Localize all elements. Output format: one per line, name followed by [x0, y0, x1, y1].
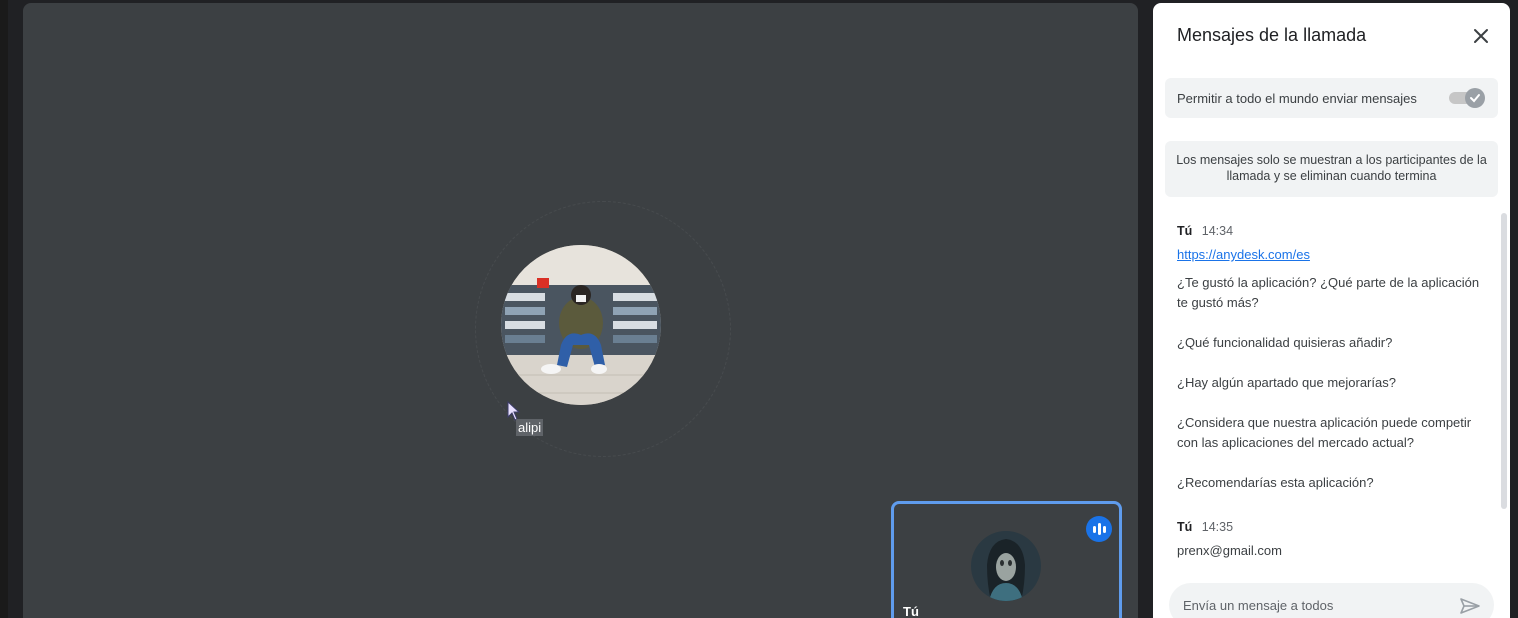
allow-messages-label: Permitir a todo el mundo enviar mensajes	[1177, 91, 1417, 106]
close-icon[interactable]	[1469, 24, 1493, 48]
messages-info-notice: Los mensajes solo se muestran a los part…	[1165, 141, 1498, 197]
message-text: ¿Te gustó la aplicación? ¿Qué parte de l…	[1177, 275, 1480, 310]
self-video-tile[interactable]: Tú	[891, 501, 1122, 618]
message-header: Tú 14:34	[1177, 224, 1482, 242]
message-group: Tú 14:35 prenx@gmail.com	[1177, 520, 1482, 561]
message-link[interactable]: https://anydesk.com/es	[1177, 247, 1310, 262]
message-sender: Tú	[1177, 520, 1193, 534]
message-time: 14:34	[1201, 224, 1234, 238]
messages-scrollbar[interactable]	[1501, 213, 1507, 509]
message-input-bar	[1169, 583, 1494, 618]
check-icon	[1465, 88, 1485, 108]
participant-name: alipi	[516, 419, 544, 436]
message-text: ¿Considera que nuestra aplicación puede …	[1177, 415, 1472, 450]
message-sender: Tú	[1177, 224, 1193, 238]
message-input[interactable]	[1183, 595, 1443, 615]
panel-title: Mensajes de la llamada	[1177, 25, 1367, 45]
allow-messages-toggle[interactable]	[1449, 87, 1485, 109]
call-stage: alipi Tú	[23, 3, 1138, 618]
send-icon[interactable]	[1459, 595, 1481, 617]
message-group: Tú 14:34 https://anydesk.com/es ¿Te gust…	[1177, 224, 1482, 493]
call-messages-panel: Mensajes de la llamada Permitir a todo e…	[1153, 3, 1510, 618]
self-name-label: Tú	[903, 604, 919, 618]
window-edge	[0, 0, 8, 618]
message-header: Tú 14:35	[1177, 520, 1482, 538]
participant-avatar	[501, 245, 661, 405]
message-text: ¿Hay algún apartado que mejorarías?	[1177, 375, 1396, 390]
self-avatar	[971, 531, 1041, 601]
message-text: ¿Qué funcionalidad quisieras añadir?	[1177, 335, 1393, 350]
speaking-indicator-icon	[1086, 516, 1112, 542]
message-text: ¿Recomendarías esta aplicación?	[1177, 475, 1374, 490]
message-text: prenx@gmail.com	[1177, 543, 1282, 558]
message-time: 14:35	[1201, 520, 1234, 534]
allow-messages-row: Permitir a todo el mundo enviar mensajes	[1165, 78, 1498, 118]
